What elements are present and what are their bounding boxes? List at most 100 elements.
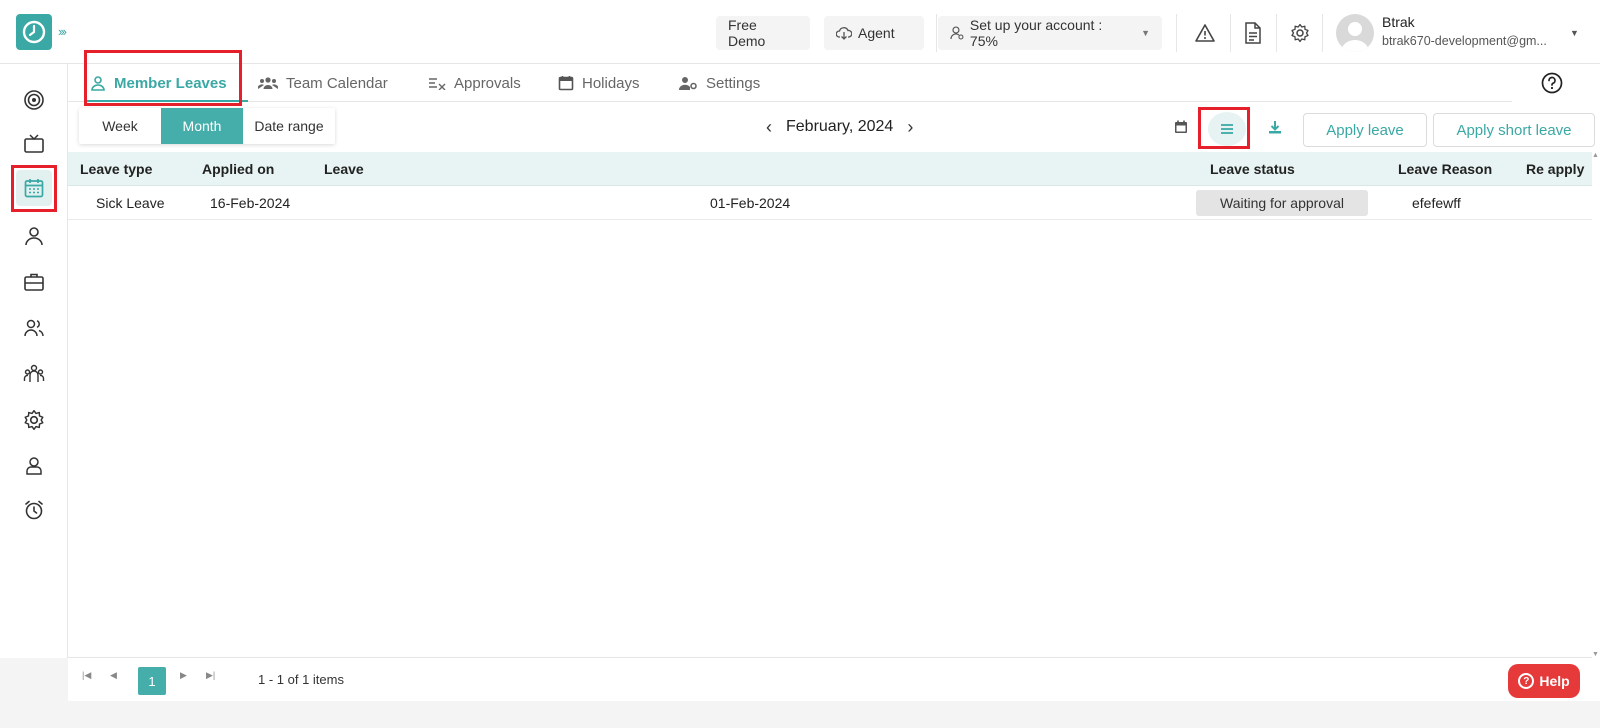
column-header-applied-on[interactable]: Applied on — [202, 161, 274, 177]
cloud-download-icon — [836, 27, 852, 40]
free-demo-button[interactable]: Free Demo — [716, 16, 810, 50]
header-divider — [1230, 14, 1231, 52]
header-divider — [1322, 14, 1323, 52]
tab-label: Holidays — [582, 74, 640, 92]
setup-account-dropdown[interactable]: Set up your account : 75% ▼ — [938, 16, 1162, 50]
team-icon — [258, 77, 278, 89]
last-page-icon[interactable]: ▶| — [206, 670, 215, 681]
sidebar-item-employee[interactable] — [16, 448, 52, 484]
user-icon — [25, 227, 43, 246]
users-icon — [24, 319, 44, 337]
tv-icon — [24, 134, 44, 153]
apply-short-leave-button[interactable]: Apply short leave — [1433, 113, 1595, 147]
target-icon — [24, 90, 44, 110]
column-header-reapply[interactable]: Re apply — [1526, 161, 1584, 177]
setup-label: Set up your account : 75% — [969, 17, 1103, 49]
question-icon: ? — [1518, 673, 1535, 689]
highlight-box — [1198, 107, 1250, 149]
column-header-leave-reason[interactable]: Leave Reason — [1398, 161, 1492, 177]
tab-approvals[interactable]: Approvals — [428, 64, 521, 102]
highlight-box — [84, 50, 242, 106]
apply-leave-button[interactable]: Apply leave — [1303, 113, 1427, 147]
team-icon — [23, 364, 45, 382]
tab-settings[interactable]: Settings — [678, 64, 760, 102]
app-logo[interactable] — [16, 14, 52, 50]
pager-info: 1 - 1 of 1 items — [258, 672, 344, 687]
prev-page-icon[interactable]: ◀ — [110, 670, 117, 681]
header-divider — [1176, 14, 1177, 52]
calendar-icon — [558, 76, 574, 91]
briefcase-icon — [24, 273, 44, 291]
footer-strip — [68, 701, 1600, 728]
calendar-view-icon[interactable] — [1172, 118, 1190, 136]
status-badge: Waiting for approval — [1196, 190, 1368, 216]
highlight-box — [11, 165, 57, 212]
column-header-leave-type[interactable]: Leave type — [80, 161, 152, 177]
cell-leave-type: Sick Leave — [96, 195, 165, 211]
header-divider — [936, 14, 937, 52]
sidebar-item-settings[interactable] — [16, 402, 52, 438]
user-email: btrak670-development@gm... — [1382, 34, 1547, 48]
sidebar-item-teams[interactable] — [16, 356, 52, 392]
tab-label: Approvals — [454, 74, 521, 92]
clock-logo-icon — [22, 20, 46, 44]
table-header: Leave type Applied on Leave Leave status… — [68, 152, 1592, 186]
help-button[interactable]: ? Help — [1508, 664, 1580, 698]
help-label: Help — [1539, 673, 1570, 689]
page-number-button[interactable]: 1 — [138, 667, 166, 695]
help-circle-icon[interactable] — [1540, 71, 1564, 95]
table-row[interactable]: Sick Leave 16-Feb-2024 01-Feb-2024 Waiti… — [68, 186, 1592, 220]
table-scrollbar[interactable]: ▲ ▼ — [1592, 152, 1600, 658]
sidebar-item-users[interactable] — [16, 310, 52, 346]
sidebar-item-projects[interactable] — [16, 264, 52, 300]
warning-icon[interactable] — [1192, 20, 1218, 46]
cell-leave: 01-Feb-2024 — [710, 195, 791, 211]
user-setup-icon — [950, 26, 964, 40]
scroll-down-icon[interactable]: ▼ — [1592, 651, 1599, 658]
sidebar-footer — [0, 658, 68, 728]
sidebar-item-dashboard[interactable] — [16, 82, 52, 118]
avatar[interactable] — [1336, 14, 1374, 52]
agent-button[interactable]: Agent — [824, 16, 924, 50]
sidebar-item-timesheet[interactable] — [16, 492, 52, 528]
scroll-up-icon[interactable]: ▲ — [1592, 152, 1599, 159]
gear-icon[interactable] — [1287, 20, 1313, 46]
chevron-right-icon[interactable]: › — [907, 117, 913, 138]
current-period: February, 2024 — [786, 118, 894, 135]
leave-tabs: Member Leaves Team Calendar Approvals Ho… — [68, 64, 1512, 102]
chevron-left-icon[interactable]: ‹ — [766, 117, 772, 138]
alarm-clock-icon — [25, 500, 43, 520]
period-navigator: ‹ February, 2024 › — [752, 116, 927, 138]
tab-label: Team Calendar — [286, 74, 388, 92]
header-divider — [1276, 14, 1277, 52]
first-page-icon[interactable]: |◀ — [82, 670, 91, 681]
left-sidebar — [0, 64, 68, 728]
gear-icon — [24, 409, 44, 431]
user-badge-icon — [26, 457, 42, 475]
agent-label: Agent — [858, 25, 895, 41]
pagination: |◀ ◀ 1 ▶ ▶| 1 - 1 of 1 items — [68, 657, 1592, 701]
cell-leave-reason: efefewff — [1412, 195, 1461, 211]
sidebar-item-tv[interactable] — [16, 126, 52, 162]
document-icon[interactable] — [1240, 20, 1266, 46]
view-month-button[interactable]: Month — [161, 108, 243, 144]
column-header-leave-status[interactable]: Leave status — [1210, 161, 1295, 177]
tab-holidays[interactable]: Holidays — [558, 64, 640, 102]
view-week-button[interactable]: Week — [79, 108, 161, 144]
tab-team-calendar[interactable]: Team Calendar — [258, 64, 388, 102]
expand-sidebar-icon[interactable]: ››› — [58, 24, 67, 39]
user-name[interactable]: Btrak — [1382, 14, 1415, 30]
next-page-icon[interactable]: ▶ — [180, 670, 187, 681]
column-header-leave[interactable]: Leave — [324, 161, 364, 177]
user-settings-icon — [678, 77, 697, 90]
chevron-down-icon: ▼ — [1141, 28, 1150, 38]
cell-applied-on: 16-Feb-2024 — [210, 195, 291, 211]
free-demo-label: Free Demo — [728, 17, 766, 49]
view-date-range-button[interactable]: Date range — [243, 108, 335, 144]
tab-label: Settings — [706, 74, 761, 92]
download-icon[interactable] — [1266, 118, 1284, 136]
chevron-down-icon[interactable]: ▼ — [1570, 28, 1579, 38]
view-switcher: Week Month Date range — [79, 108, 335, 144]
sidebar-item-profile[interactable] — [16, 218, 52, 254]
checklist-icon — [429, 78, 446, 90]
